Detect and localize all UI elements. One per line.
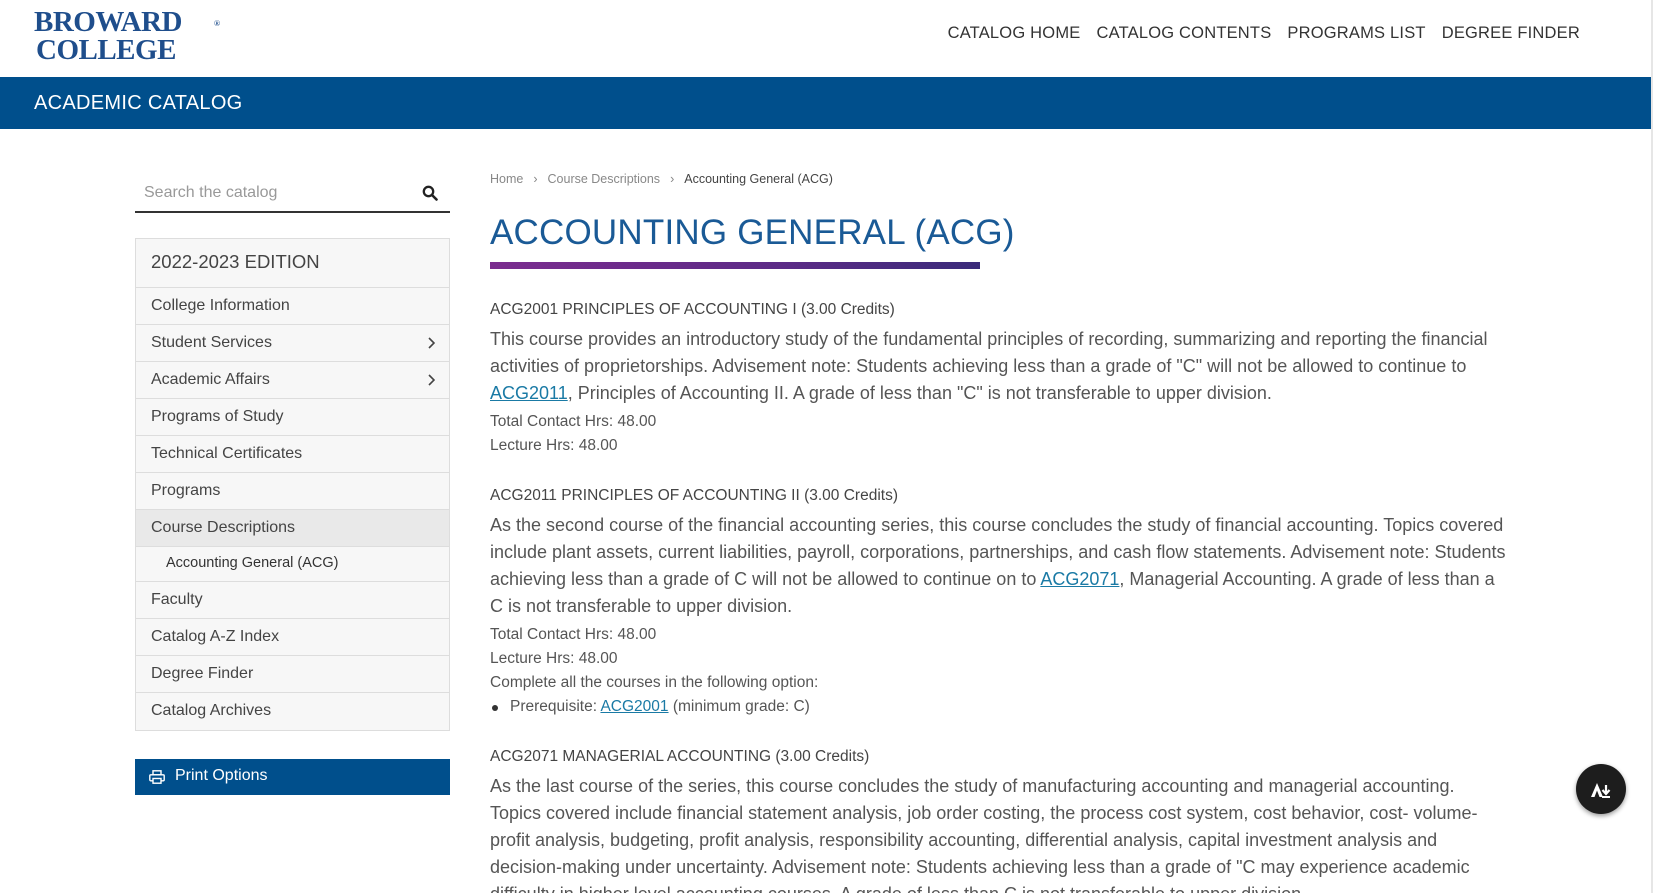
description-text: This course provides an introductory stu…	[490, 329, 1488, 376]
course-description: As the last course of the series, this c…	[490, 776, 1478, 893]
logo-line-2: COLLEGE	[36, 34, 176, 66]
sidebar-item-label: Catalog A-Z Index	[151, 628, 280, 645]
sidebar-item-academic-affairs[interactable]: Academic Affairs	[136, 362, 449, 399]
printer-icon	[149, 770, 165, 784]
sidebar-item-catalog-archives[interactable]: Catalog Archives	[136, 693, 449, 730]
print-options-label: Print Options	[175, 767, 268, 784]
catalog-bar-title: ACADEMIC CATALOG	[34, 92, 243, 114]
nav-catalog-contents[interactable]: CATALOG CONTENTS	[1096, 24, 1271, 43]
breadcrumb-current: Accounting General (ACG)	[684, 172, 833, 186]
logo-registered-mark: ®	[214, 19, 220, 28]
lecture-hours: Lecture Hrs: 48.00	[490, 650, 618, 667]
sidebar-item-college-information[interactable]: College Information	[136, 288, 449, 325]
catalog-search	[135, 176, 450, 213]
top-navigation: CATALOG HOME CATALOG CONTENTS PROGRAMS L…	[948, 24, 1580, 43]
course-heading: ACG2001 PRINCIPLES OF ACCOUNTING I (3.00…	[490, 301, 895, 318]
sidebar-item-label: Degree Finder	[151, 665, 254, 682]
option-instruction: Complete all the courses in the followin…	[490, 674, 819, 691]
sidebar-item-faculty[interactable]: Faculty	[136, 582, 449, 619]
nav-degree-finder[interactable]: DEGREE FINDER	[1442, 24, 1580, 43]
sidebar-item-label: College Information	[151, 297, 290, 314]
sidebar-item-label: Technical Certificates	[151, 445, 303, 462]
broward-college-logo[interactable]: BROWARD COLLEGE ®	[34, 6, 220, 66]
sidebar-item-technical-certificates[interactable]: Technical Certificates	[136, 436, 449, 473]
sidebar-item-catalog-az-index[interactable]: Catalog A-Z Index	[136, 619, 449, 656]
sidebar-item-programs-of-study[interactable]: Programs of Study	[136, 399, 449, 436]
course-link-acg2011[interactable]: ACG2011	[490, 383, 568, 403]
sidebar-item-label: Academic Affairs	[151, 371, 270, 388]
search-icon[interactable]	[422, 185, 438, 201]
breadcrumb-separator: ›	[533, 172, 538, 186]
prerequisite-item: Prerequisite: ACG2001 (minimum grade: C)	[490, 695, 1510, 719]
course-description: As the second course of the financial ac…	[490, 512, 1510, 620]
sidebar-item-label: Programs of Study	[151, 408, 284, 425]
title-accent-bar	[490, 262, 980, 269]
course-block-acg2071: ACG2071 MANAGERIAL ACCOUNTING (3.00 Cred…	[490, 748, 1510, 893]
chevron-right-icon[interactable]	[427, 374, 435, 386]
course-link-acg2001[interactable]: ACG2001	[600, 698, 668, 715]
sidebar-item-student-services[interactable]: Student Services	[136, 325, 449, 362]
academic-catalog-bar: ACADEMIC CATALOG	[0, 77, 1653, 129]
sidebar-subitem-accounting-general[interactable]: Accounting General (ACG)	[136, 547, 449, 582]
adobe-download-icon	[1591, 783, 1611, 798]
sidebar-item-label: Faculty	[151, 591, 203, 608]
site-header: BROWARD COLLEGE ® CATALOG HOME CATALOG C…	[0, 0, 1653, 77]
logo-line-1: BROWARD	[34, 6, 182, 38]
breadcrumb-course-descriptions[interactable]: Course Descriptions	[548, 172, 661, 186]
course-description: This course provides an introductory stu…	[490, 326, 1510, 407]
prerequisite-grade: (minimum grade: C)	[668, 698, 810, 715]
sidebar-item-label: Programs	[151, 482, 221, 499]
search-input[interactable]	[135, 176, 405, 210]
edition-heading: 2022-2023 EDITION	[136, 239, 449, 288]
page-title: ACCOUNTING GENERAL (ACG)	[490, 213, 1015, 252]
sidebar-item-label: Course Descriptions	[151, 519, 296, 536]
description-text: , Principles of Accounting II. A grade o…	[567, 383, 1272, 403]
total-contact-hours: Total Contact Hrs: 48.00	[490, 413, 657, 430]
nav-programs-list[interactable]: PROGRAMS LIST	[1287, 24, 1425, 43]
nav-catalog-home[interactable]: CATALOG HOME	[948, 24, 1081, 43]
course-heading: ACG2071 MANAGERIAL ACCOUNTING (3.00 Cred…	[490, 748, 870, 765]
prerequisite-label: Prerequisite:	[510, 698, 601, 715]
total-contact-hours: Total Contact Hrs: 48.00	[490, 626, 657, 643]
chevron-right-icon[interactable]	[427, 337, 435, 349]
sidebar-item-label: Student Services	[151, 334, 272, 351]
breadcrumb-home[interactable]: Home	[490, 172, 523, 186]
sidebar-item-programs[interactable]: Programs	[136, 473, 449, 510]
lecture-hours: Lecture Hrs: 48.00	[490, 437, 618, 454]
course-block-acg2001: ACG2001 PRINCIPLES OF ACCOUNTING I (3.00…	[490, 301, 1510, 458]
print-options-button[interactable]: Print Options	[135, 759, 450, 795]
breadcrumb: Home › Course Descriptions › Accounting …	[490, 172, 833, 186]
sidebar-navigation: 2022-2023 EDITION College Information St…	[135, 238, 450, 731]
sidebar-item-course-descriptions[interactable]: Course Descriptions	[136, 510, 449, 547]
accessibility-download-button[interactable]	[1576, 764, 1626, 814]
course-heading: ACG2011 PRINCIPLES OF ACCOUNTING II (3.0…	[490, 487, 898, 504]
sidebar-item-label: Catalog Archives	[151, 702, 272, 719]
sidebar-item-label: Accounting General (ACG)	[166, 555, 339, 571]
course-link-acg2071[interactable]: ACG2071	[1040, 569, 1119, 589]
breadcrumb-separator: ›	[670, 172, 675, 186]
sidebar-item-degree-finder[interactable]: Degree Finder	[136, 656, 449, 693]
course-block-acg2011: ACG2011 PRINCIPLES OF ACCOUNTING II (3.0…	[490, 487, 1510, 719]
